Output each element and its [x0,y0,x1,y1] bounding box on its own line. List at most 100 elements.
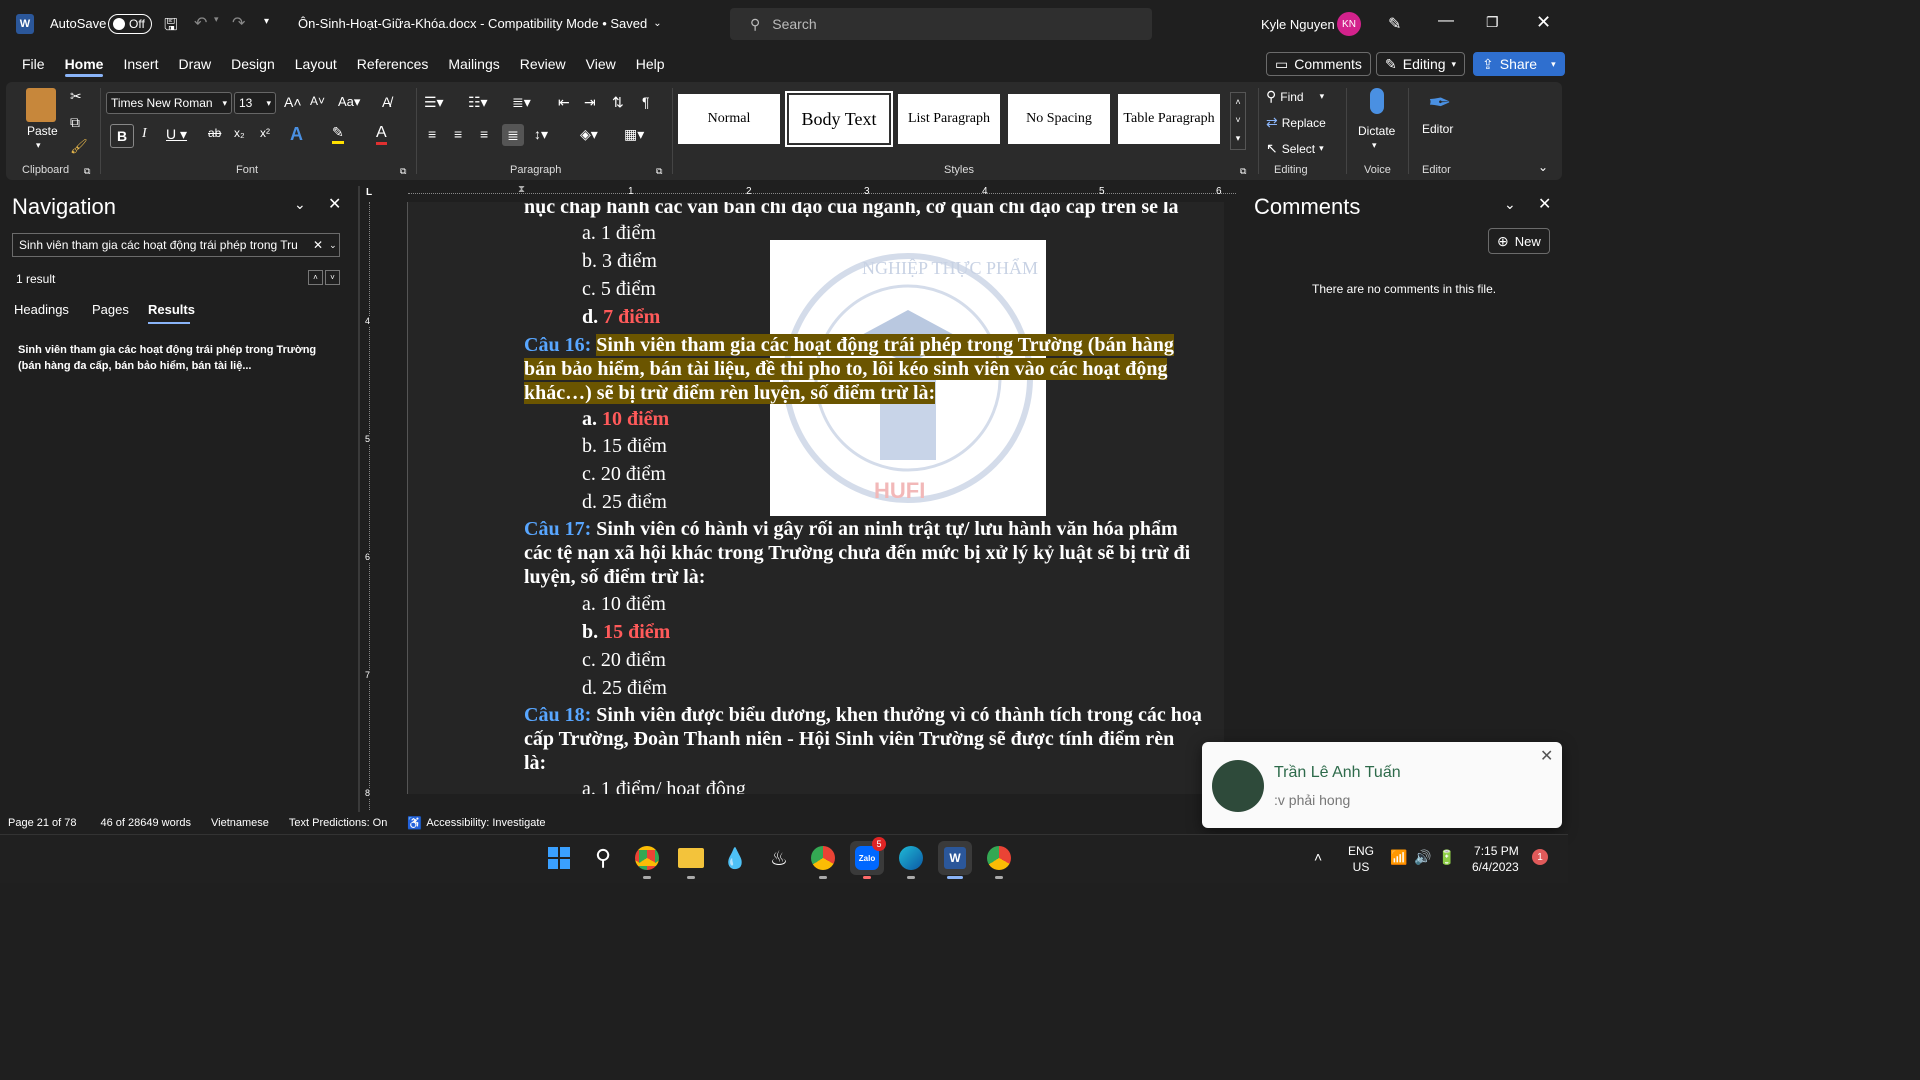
wifi-icon[interactable]: 📶 [1390,849,1407,866]
indent-marker-icon[interactable]: ⧗ [518,184,525,195]
chevron-down-icon[interactable]: ▾ [36,140,41,151]
restore-icon[interactable]: ❐ [1486,14,1499,31]
numbering-icon[interactable]: ☷▾ [468,94,488,111]
dialog-launcher-icon[interactable]: ⧉ [656,166,662,177]
copy-icon[interactable]: ⧉ [70,114,80,131]
vertical-scrollbar[interactable] [1224,202,1240,794]
tab-results[interactable]: Results [148,302,195,317]
share-button[interactable]: ⇪ Share ▾ [1473,52,1565,76]
microphone-icon[interactable] [1370,88,1384,114]
editing-mode-button[interactable]: ✎ Editing ▾ [1376,52,1466,76]
font-name-combo[interactable]: Times New Roman ▾ [106,92,232,114]
format-painter-icon[interactable]: 🖌 [70,138,88,155]
steam-icon[interactable]: ♨ [762,841,796,875]
app-drop-icon[interactable]: 💧 [718,841,752,875]
font-color-icon[interactable]: A [376,124,387,145]
chrome-profile-icon[interactable] [806,841,840,879]
show-formatting-icon[interactable]: ¶ [642,94,650,110]
search-result-item[interactable]: Sinh viên tham gia các hoạt động trái ph… [18,342,318,374]
battery-icon[interactable]: 🔋 [1438,849,1455,866]
edge-icon[interactable] [894,841,928,879]
next-result-icon[interactable]: ˅ [325,270,340,285]
find-button[interactable]: ⚲ Find ▾ [1266,88,1324,105]
undo-dropdown-icon[interactable]: ▾ [214,14,219,25]
paste-button[interactable]: Paste [27,124,58,138]
strikethrough-icon[interactable]: ab [208,126,221,140]
tab-review[interactable]: Review [510,48,576,80]
clock[interactable]: 7:15 PM 6/4/2023 [1472,843,1519,875]
align-left-icon[interactable]: ≡ [428,126,436,142]
dictate-button[interactable]: Dictate [1358,124,1395,138]
text-predictions-status[interactable]: Text Predictions: On [289,817,387,829]
close-icon[interactable]: ✕ [1540,746,1553,766]
font-size-combo[interactable]: 13 ▾ [234,92,276,114]
search-icon[interactable]: ⚲ [586,841,620,875]
superscript-icon[interactable]: x² [260,126,270,140]
chevron-down-icon[interactable]: ▾ [1372,140,1377,151]
style-body-text[interactable]: Body Text [785,91,893,147]
user-name[interactable]: Kyle Nguyen [1261,17,1335,32]
tab-view[interactable]: View [576,48,626,80]
save-icon[interactable]: 🖫 [164,14,178,41]
decrease-indent-icon[interactable]: ⇤ [558,94,570,111]
close-icon[interactable]: ✕ [328,194,341,214]
style-table-paragraph[interactable]: Table Paragraph [1118,94,1220,144]
editor-pen-icon[interactable]: ✒ [1428,86,1451,119]
tab-references[interactable]: References [347,48,439,80]
accessibility-status[interactable]: Accessibility: Investigate [426,817,545,829]
align-center-icon[interactable]: ≡ [454,126,462,142]
zalo-icon[interactable]: Zalo 5 [850,837,886,879]
clear-search-icon[interactable]: ✕ [313,238,323,252]
grow-font-icon[interactable]: A˄ [284,94,302,110]
select-button[interactable]: ↖ Select ▾ [1266,140,1324,157]
highlight-icon[interactable]: ✎ [332,124,344,144]
chevron-down-icon[interactable]: ⌄ [1504,196,1516,213]
avatar[interactable]: KN [1337,12,1361,36]
cut-icon[interactable]: ✂ [70,88,82,105]
language-status[interactable]: Vietnamese [211,817,269,829]
align-right-icon[interactable]: ≡ [480,126,488,142]
start-icon[interactable] [542,841,576,875]
dialog-launcher-icon[interactable]: ⧉ [1240,166,1246,177]
text-effects-icon[interactable]: A [290,124,303,145]
italic-icon[interactable]: I [142,126,147,142]
chrome-profile-2-icon[interactable] [982,841,1016,879]
previous-result-icon[interactable]: ˄ [308,270,323,285]
editor-button[interactable]: Editor [1422,122,1453,136]
chrome-icon[interactable] [630,841,664,879]
dialog-launcher-icon[interactable]: ⧉ [84,166,90,177]
tab-headings[interactable]: Headings [14,302,69,317]
sort-icon[interactable]: ⇅ [612,94,624,111]
chevron-up-icon[interactable]: ˄ [1314,849,1322,865]
close-icon[interactable]: ✕ [1538,194,1551,214]
minimize-icon[interactable]: — [1438,12,1454,30]
file-explorer-icon[interactable] [674,841,708,879]
increase-indent-icon[interactable]: ⇥ [584,94,596,111]
tab-home[interactable]: Home [55,48,114,80]
bold-icon[interactable]: B [110,124,134,148]
tab-mailings[interactable]: Mailings [438,48,509,80]
chevron-down-icon[interactable]: ⌄ [329,240,337,251]
tab-draw[interactable]: Draw [168,48,221,80]
page-count[interactable]: Page 21 of 78 [8,817,77,829]
subscript-icon[interactable]: x₂ [234,126,245,140]
tab-design[interactable]: Design [221,48,285,80]
autosave-toggle[interactable]: Off [108,14,152,34]
volume-icon[interactable]: 🔊 [1414,849,1431,866]
horizontal-ruler[interactable]: L ⧗ 1 2 3 4 5 6 [362,184,1240,202]
new-comment-button[interactable]: ⊕ New [1488,228,1550,254]
tab-file[interactable]: File [12,48,55,80]
chevron-down-icon[interactable]: ⌄ [294,196,306,213]
underline-icon[interactable]: U ▾ [166,126,187,143]
word-icon[interactable]: W [938,841,972,879]
style-normal[interactable]: Normal [678,94,780,144]
dialog-launcher-icon[interactable]: ⧉ [400,166,406,177]
close-icon[interactable]: ✕ [1536,12,1551,33]
word-count[interactable]: 46 of 28649 words [101,817,192,829]
collapse-ribbon-icon[interactable]: ⌄ [1538,160,1548,174]
navigation-search-input[interactable]: Sinh viên tham gia các hoạt động trái ph… [12,233,340,257]
change-case-icon[interactable]: Aa▾ [338,94,360,110]
paste-icon[interactable] [26,88,56,122]
redo-icon[interactable]: ↷ [232,13,245,33]
document-title[interactable]: Ôn-Sinh-Hoạt-Giữa-Khóa.docx - Compatibil… [298,16,662,31]
